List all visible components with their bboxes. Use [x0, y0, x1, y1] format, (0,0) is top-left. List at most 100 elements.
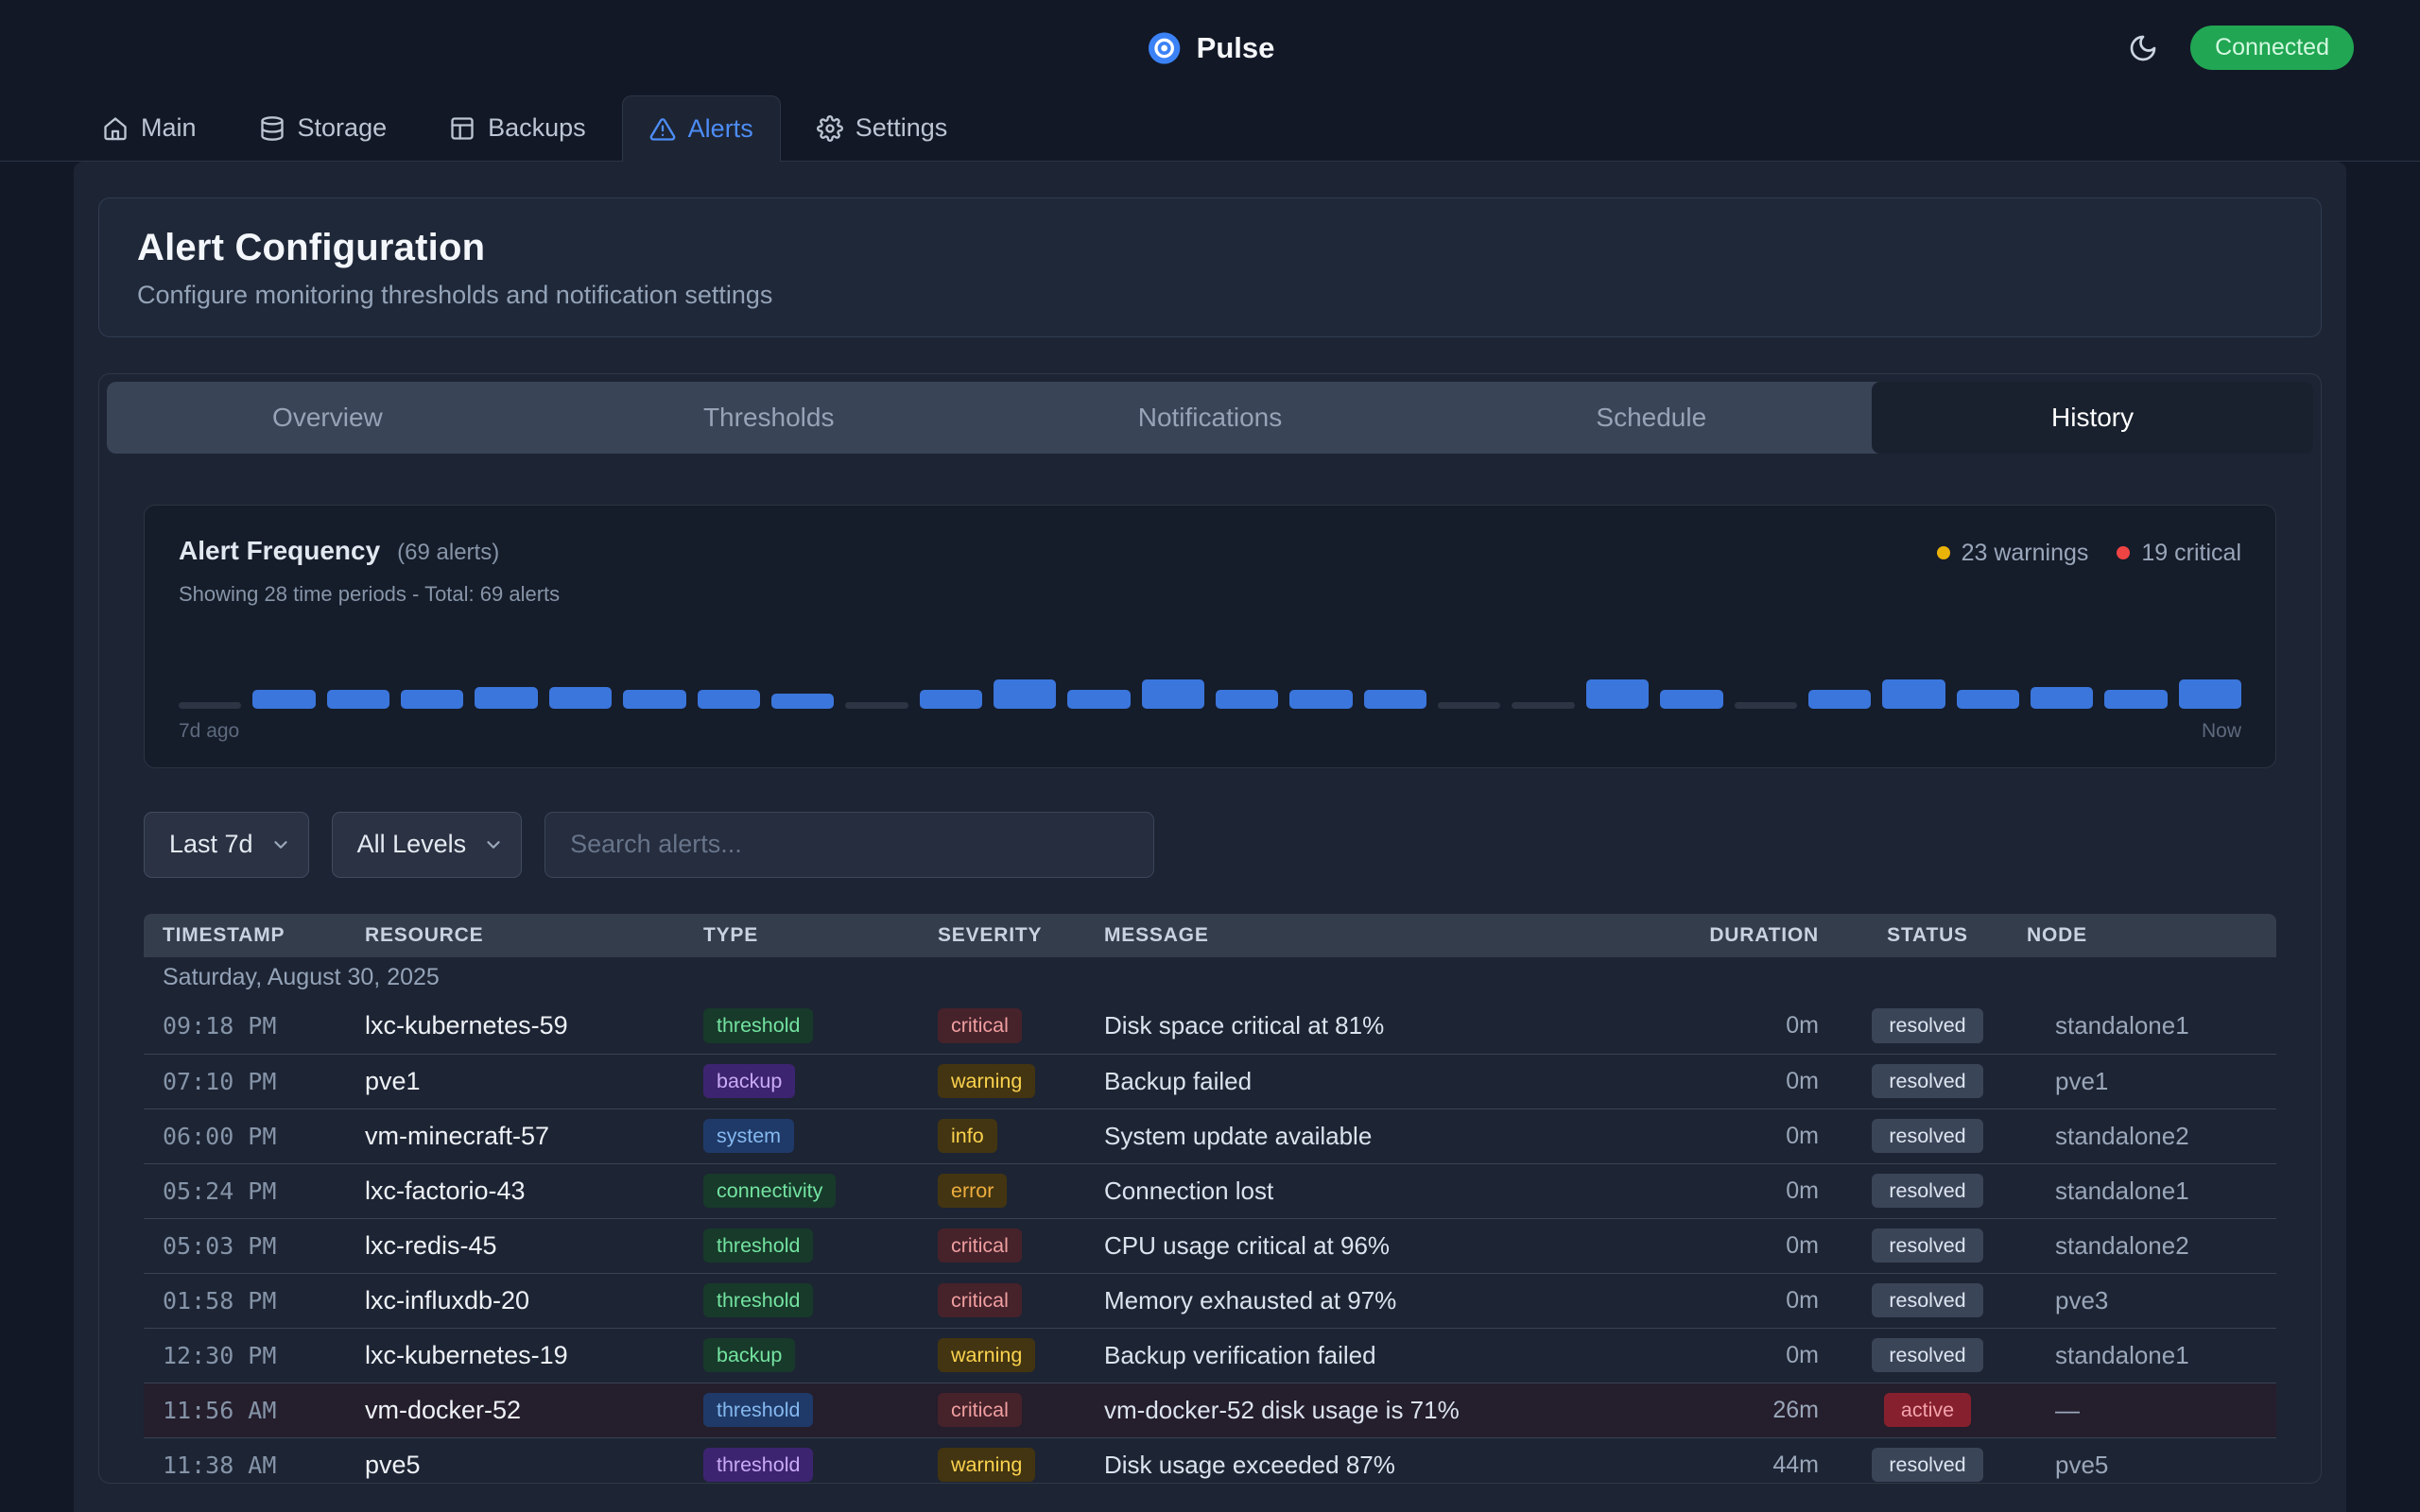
connection-status-badge: Connected — [2190, 26, 2354, 70]
table-row[interactable]: 11:56 AMvm-docker-52thresholdcriticalvm-… — [144, 1383, 2276, 1437]
table-row[interactable]: 11:38 AMpve5thresholdwarningDisk usage e… — [144, 1437, 2276, 1492]
alert-triangle-icon — [649, 116, 676, 143]
type-badge: backup — [703, 1338, 795, 1373]
cell-duration: 0m — [1649, 1177, 1828, 1205]
cell-resource: lxc-kubernetes-59 — [365, 1011, 703, 1040]
cell-type: backup — [703, 1064, 938, 1099]
table-row[interactable]: 12:30 PMlxc-kubernetes-19backupwarningBa… — [144, 1328, 2276, 1383]
cell-duration: 0m — [1649, 1287, 1828, 1314]
cell-node: pve5 — [2027, 1451, 2276, 1480]
severity-badge: warning — [938, 1448, 1035, 1483]
column-header-status: STATUS — [1828, 924, 2027, 947]
cell-timestamp: 05:03 PM — [163, 1232, 365, 1260]
cell-timestamp: 07:10 PM — [163, 1068, 365, 1095]
sub-tab-history[interactable]: History — [1872, 382, 2313, 454]
status-badge: resolved — [1872, 1448, 1982, 1483]
search-input[interactable] — [544, 812, 1154, 878]
nav-tab-label: Main — [141, 113, 197, 143]
bar-empty — [1438, 702, 1500, 709]
bar — [1067, 690, 1130, 709]
nav-tab-label: Settings — [856, 113, 948, 143]
nav-tab-storage[interactable]: Storage — [233, 95, 414, 161]
legend-item: 23 warnings — [1937, 540, 2089, 567]
cell-node: pve3 — [2027, 1286, 2276, 1315]
chevron-down-icon — [270, 834, 291, 855]
cell-duration: 0m — [1649, 1232, 1828, 1260]
column-header-type: TYPE — [703, 924, 938, 947]
cell-duration: 0m — [1649, 1342, 1828, 1369]
column-header-timestamp: TIMESTAMP — [163, 924, 365, 947]
cell-timestamp: 11:38 AM — [163, 1452, 365, 1479]
status-badge: resolved — [1872, 1228, 1982, 1263]
column-header-severity: SEVERITY — [938, 924, 1104, 947]
sub-tab-schedule[interactable]: Schedule — [1430, 382, 1872, 454]
backups-icon — [449, 115, 475, 142]
bar-empty — [1735, 702, 1797, 709]
bar — [698, 690, 760, 709]
nav-tab-main[interactable]: Main — [76, 95, 223, 161]
chart-title: Alert Frequency — [179, 536, 380, 566]
column-header-message: MESSAGE — [1104, 924, 1649, 947]
table-row[interactable]: 06:00 PMvm-minecraft-57systeminfoSystem … — [144, 1108, 2276, 1163]
cell-message: System update available — [1104, 1122, 1649, 1151]
gear-icon — [817, 115, 843, 142]
page-title: Alert Configuration — [137, 227, 2283, 269]
severity-badge: critical — [938, 1008, 1022, 1043]
cell-message: CPU usage critical at 96% — [1104, 1231, 1649, 1261]
bar — [252, 690, 315, 709]
status-badge: resolved — [1872, 1064, 1982, 1099]
cell-type: connectivity — [703, 1174, 938, 1209]
sub-tab-overview[interactable]: Overview — [107, 382, 548, 454]
cell-message: Disk space critical at 81% — [1104, 1011, 1649, 1040]
type-badge: threshold — [703, 1393, 813, 1428]
cell-resource: lxc-factorio-43 — [365, 1177, 703, 1206]
cell-severity: critical — [938, 1228, 1104, 1263]
nav-tab-settings[interactable]: Settings — [790, 95, 975, 161]
table-row[interactable]: 01:58 PMlxc-influxdb-20thresholdcritical… — [144, 1273, 2276, 1328]
cell-severity: warning — [938, 1064, 1104, 1099]
table-row[interactable]: 05:03 PMlxc-redis-45thresholdcriticalCPU… — [144, 1218, 2276, 1273]
bar — [2104, 690, 2167, 709]
bar — [475, 687, 537, 709]
bar — [994, 679, 1056, 709]
table-row[interactable]: 07:10 PMpve1backupwarningBackup failed0m… — [144, 1054, 2276, 1108]
cell-type: threshold — [703, 1448, 938, 1483]
cell-timestamp: 01:58 PM — [163, 1287, 365, 1314]
table-row[interactable]: 09:18 PMlxc-kubernetes-59thresholdcritic… — [144, 999, 2276, 1054]
type-badge: connectivity — [703, 1174, 836, 1209]
alert-frequency-card: Alert Frequency (69 alerts) 23 warnings1… — [144, 505, 2276, 768]
alert-frequency-bars — [179, 648, 2241, 709]
moon-icon — [2128, 33, 2158, 63]
table-header-row: TIMESTAMPRESOURCETYPESEVERITYMESSAGEDURA… — [144, 914, 2276, 957]
status-badge: resolved — [1872, 1283, 1982, 1318]
cell-resource: vm-minecraft-57 — [365, 1122, 703, 1151]
cell-severity: critical — [938, 1283, 1104, 1318]
cell-node: pve1 — [2027, 1067, 2276, 1096]
theme-toggle-button[interactable] — [2128, 33, 2158, 63]
storage-icon — [259, 115, 285, 142]
bar — [1142, 679, 1204, 709]
cell-resource: vm-docker-52 — [365, 1396, 703, 1425]
cell-status: resolved — [1828, 1228, 2027, 1263]
sub-tab-thresholds[interactable]: Thresholds — [548, 382, 990, 454]
nav-tab-label: Storage — [298, 113, 388, 143]
cell-timestamp: 05:24 PM — [163, 1177, 365, 1205]
table-row[interactable]: 05:24 PMlxc-factorio-43connectivityerror… — [144, 1163, 2276, 1218]
cell-severity: warning — [938, 1338, 1104, 1373]
nav-tab-backups[interactable]: Backups — [423, 95, 613, 161]
severity-badge: critical — [938, 1393, 1022, 1428]
severity-badge: warning — [938, 1064, 1035, 1099]
cell-status: active — [1828, 1393, 2027, 1428]
pulse-logo-icon — [1146, 29, 1184, 67]
legend-item: 19 critical — [2117, 540, 2241, 567]
chart-summary: Showing 28 time periods - Total: 69 aler… — [179, 582, 2241, 607]
axis-start-label: 7d ago — [179, 720, 239, 743]
legend-dot-icon — [1937, 546, 1950, 559]
time-range-select[interactable]: Last 7d — [144, 812, 309, 878]
sub-tab-notifications[interactable]: Notifications — [990, 382, 1431, 454]
level-select[interactable]: All Levels — [332, 812, 523, 878]
cell-resource: pve1 — [365, 1067, 703, 1096]
config-sub-tabs: OverviewThresholdsNotificationsScheduleH… — [107, 382, 2313, 454]
nav-tab-alerts[interactable]: Alerts — [622, 95, 781, 162]
cell-type: system — [703, 1119, 938, 1154]
